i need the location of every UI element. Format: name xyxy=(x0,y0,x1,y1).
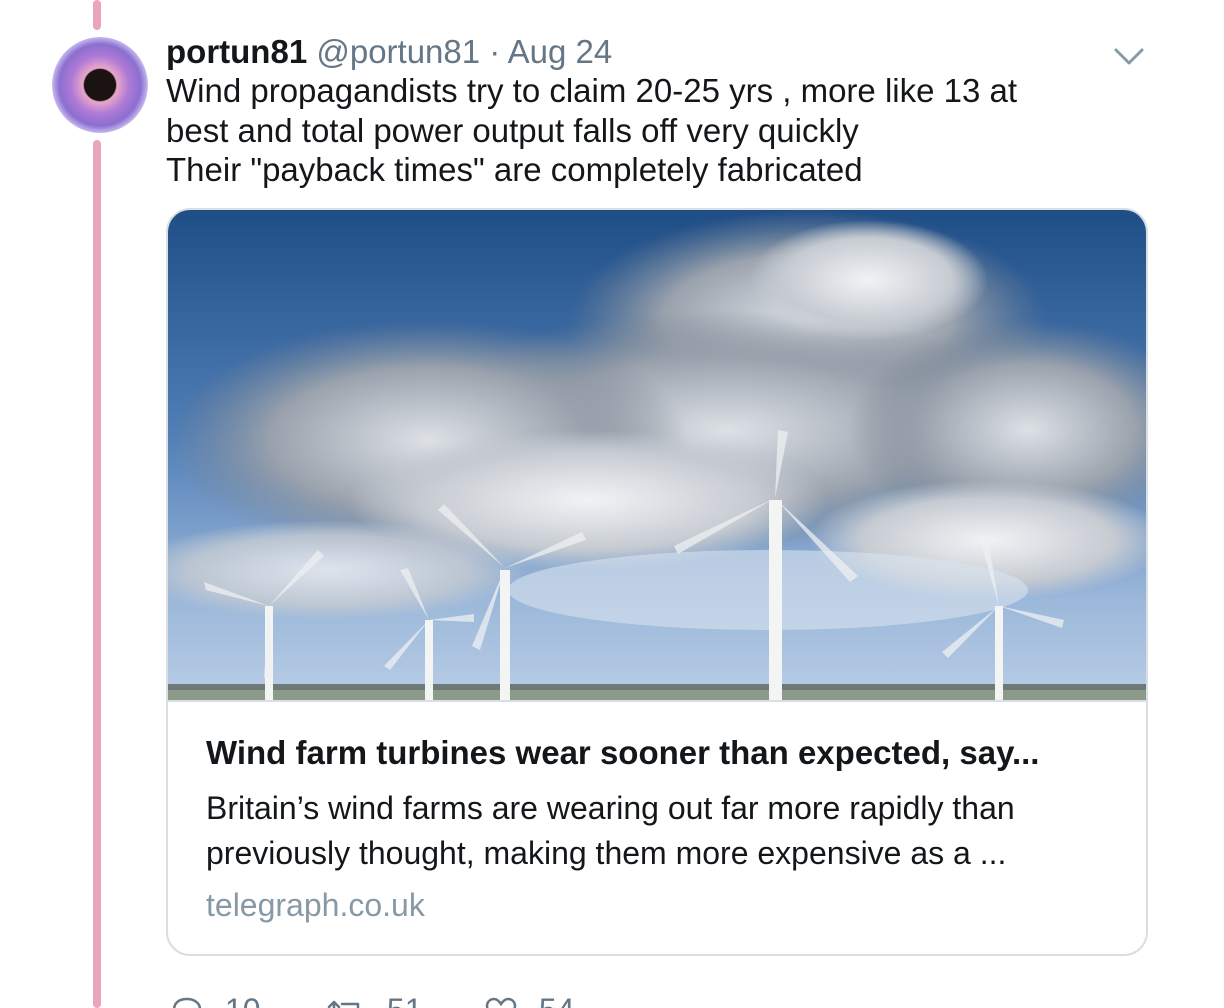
card-description-line: Britain’s wind farms are wearing out far… xyxy=(206,790,1015,826)
card-description: Britain’s wind farms are wearing out far… xyxy=(206,786,1126,876)
like-button[interactable]: 54 xyxy=(484,990,574,1008)
retweet-count: 51 xyxy=(387,992,423,1008)
retweet-button[interactable]: 51 xyxy=(326,990,422,1008)
link-card[interactable]: Wind farm turbines wear sooner than expe… xyxy=(166,208,1148,956)
thread-line-top xyxy=(93,0,101,30)
avatar[interactable] xyxy=(52,37,148,133)
author-handle[interactable]: @portun81 xyxy=(316,33,480,70)
meta-separator: · xyxy=(489,33,501,70)
wind-turbines-photo-icon xyxy=(168,210,1146,700)
tweet-text-line: best and total power output falls off ve… xyxy=(166,111,859,149)
heart-icon xyxy=(485,997,517,1008)
reply-icon xyxy=(172,997,202,1008)
tweet-header: portun81 @portun81 · Aug 24 xyxy=(166,30,612,74)
like-count: 54 xyxy=(539,992,575,1008)
tweet-date[interactable]: Aug 24 xyxy=(508,33,613,70)
tweet-text: Wind propagandists try to claim 20-25 yr… xyxy=(166,71,1126,190)
chevron-down-icon[interactable] xyxy=(1112,42,1146,70)
retweet-icon xyxy=(327,1000,360,1008)
reply-count: 10 xyxy=(225,992,261,1008)
card-title[interactable]: Wind farm turbines wear sooner than expe… xyxy=(206,732,1116,774)
tweet-text-line: Their "payback times" are completely fab… xyxy=(166,151,863,188)
author-name[interactable]: portun81 xyxy=(166,33,307,70)
thread-line-bottom xyxy=(93,140,101,1008)
card-description-line: previously thought, making them more exp… xyxy=(206,835,1007,871)
card-domain[interactable]: telegraph.co.uk xyxy=(206,884,425,926)
card-image[interactable] xyxy=(168,210,1146,702)
tweet-text-line: Wind propagandists try to claim 20-25 yr… xyxy=(166,72,1018,109)
reply-button[interactable]: 10 xyxy=(170,990,260,1008)
